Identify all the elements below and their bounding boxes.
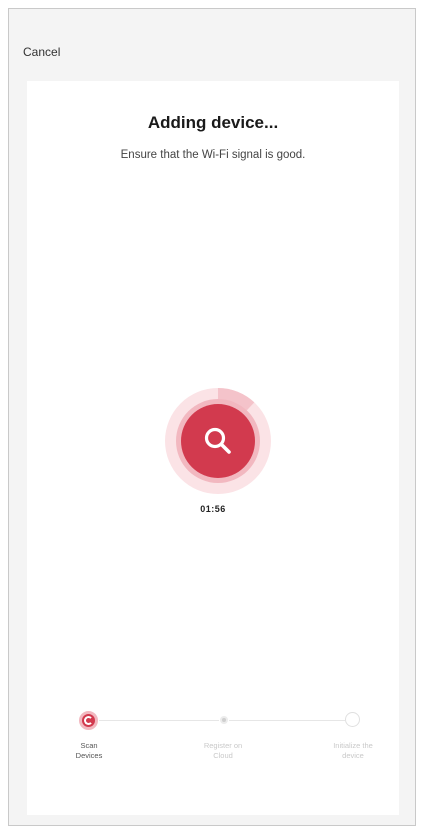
scan-button [181, 404, 255, 478]
step-3-label-line2: device [342, 751, 364, 760]
step-3-label: Initialize the device [313, 741, 393, 761]
step-1-label-line1: Scan [80, 741, 98, 750]
step-2-label-line1: Register on [203, 741, 243, 750]
loading-icon [84, 716, 93, 725]
scan-indicator [164, 387, 272, 495]
scan-graphic [165, 388, 271, 494]
top-bar: Cancel [9, 9, 415, 81]
countdown-timer: 01:56 [200, 504, 226, 514]
step-connector-1 [99, 720, 219, 721]
cancel-button[interactable]: Cancel [23, 45, 60, 59]
page-title: Adding device... [147, 113, 279, 132]
step-3-indicator [345, 712, 360, 727]
step-connector-2 [229, 720, 345, 721]
app-window: Cancel Adding device... Ensure that the … [8, 8, 416, 826]
step-1-label-line2: Devices [75, 751, 103, 760]
step-2-label: Register on Cloud [183, 741, 263, 761]
step-2-label-line2: Cloud [213, 751, 233, 760]
page-subtitle: Ensure that the Wi-Fi signal is good. [120, 149, 306, 161]
step-2-indicator [220, 716, 228, 724]
step-3-label-line1: Initialize the [333, 741, 373, 750]
step-1-indicator [79, 711, 98, 730]
step-1-label: Scan Devices [49, 741, 129, 761]
content-card: Adding device... Ensure that the Wi-Fi s… [27, 81, 399, 815]
progress-steps: Scan Devices Register on Cloud Initializ… [27, 701, 399, 781]
